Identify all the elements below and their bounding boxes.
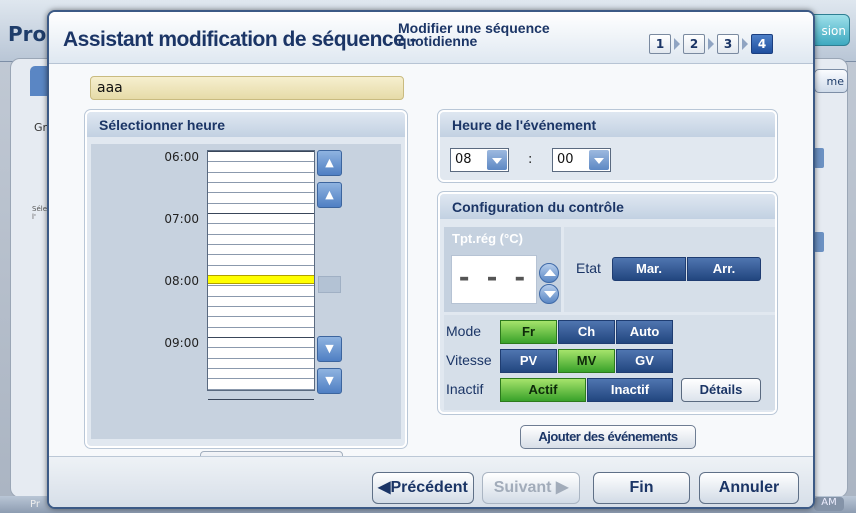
speed-high-button[interactable]: GV bbox=[616, 349, 673, 373]
scroll-up-button[interactable]: ▲ bbox=[317, 182, 342, 208]
slot-gridline bbox=[208, 203, 314, 204]
scroll-thumb[interactable] bbox=[318, 276, 341, 293]
inactive-label: Inactif bbox=[446, 381, 484, 397]
decrease-icon[interactable] bbox=[539, 284, 559, 304]
hour-select-value: 08 bbox=[455, 152, 472, 167]
increase-icon[interactable] bbox=[539, 263, 559, 283]
dialog-title: Assistant modification de séquence - bbox=[63, 28, 417, 51]
mode-auto-button[interactable]: Auto bbox=[616, 320, 673, 344]
dialog-footer: ◀Précédent Suivant ▶ Fin Annuler bbox=[49, 456, 813, 507]
schedule-wizard-dialog: Assistant modification de séquence - Mod… bbox=[47, 10, 815, 509]
mode-heat-button[interactable]: Ch bbox=[558, 320, 615, 344]
mode-box: Mode Fr Ch Auto Vitesse PV MV GV Inactif… bbox=[444, 315, 775, 410]
chevron-down-icon[interactable] bbox=[589, 150, 609, 170]
time-slot-grid[interactable] bbox=[207, 150, 315, 400]
step-3: 3 bbox=[717, 34, 739, 54]
step-indicator: 1 2 3 4 bbox=[649, 34, 773, 54]
state-box: Etat Mar. Arr. bbox=[564, 227, 775, 312]
hour-label: 07:00 bbox=[164, 212, 199, 226]
slot-gridline bbox=[208, 265, 314, 266]
app-title: Pro bbox=[8, 22, 47, 46]
step-arrow-icon bbox=[742, 38, 748, 50]
scroll-bottom-button[interactable]: ▼ bbox=[317, 368, 342, 394]
hour-label: 06:00 bbox=[164, 150, 199, 164]
control-config-panel: Configuration du contrôle Tpt.rég (°C) -… bbox=[438, 192, 777, 414]
speed-low-button[interactable]: PV bbox=[500, 349, 557, 373]
dialog-subtitle: Modifier une séquence quotidienne bbox=[398, 20, 550, 49]
time-schedule: 06:00 07:00 08:00 09:00 ▲ ▲ ▼ ▼ Supprime… bbox=[91, 144, 401, 473]
finish-button[interactable]: Fin bbox=[593, 472, 690, 504]
event-time-panel: Heure de l'événement 08 : 00 bbox=[438, 110, 777, 182]
background-label: Gr bbox=[34, 121, 48, 134]
step-2: 2 bbox=[683, 34, 705, 54]
slot-gridline bbox=[208, 182, 314, 183]
background-bottom-label: Pr bbox=[30, 499, 40, 510]
setpoint-label: Tpt.rég (°C) bbox=[452, 231, 523, 246]
sequence-name-field[interactable]: aaa bbox=[90, 76, 404, 100]
step-4: 4 bbox=[751, 34, 773, 54]
active-button[interactable]: Actif bbox=[500, 378, 586, 402]
step-1: 1 bbox=[649, 34, 671, 54]
slot-gridline bbox=[208, 234, 314, 235]
background-select-label: Séle l' bbox=[32, 205, 48, 221]
time-separator: : bbox=[528, 152, 533, 167]
hour-label: 08:00 bbox=[164, 274, 199, 288]
slot-gridline bbox=[208, 378, 314, 379]
slot-gridline bbox=[208, 347, 314, 348]
mode-cool-button[interactable]: Fr bbox=[500, 320, 557, 344]
slot-gridline bbox=[208, 285, 314, 286]
dialog-header: Assistant modification de séquence - Mod… bbox=[49, 12, 813, 64]
background-side-marker bbox=[814, 148, 824, 168]
step-arrow-icon bbox=[674, 38, 680, 50]
slot-gridline bbox=[208, 192, 314, 193]
minute-select[interactable]: 00 bbox=[552, 148, 611, 172]
select-time-panel: Sélectionner heure 06:00 07:00 08:00 09:… bbox=[85, 110, 407, 473]
slot-gridline bbox=[208, 316, 314, 317]
previous-button[interactable]: ◀Précédent bbox=[372, 472, 474, 504]
slot-gridline bbox=[208, 306, 314, 307]
hour-gridline bbox=[208, 213, 314, 214]
details-button[interactable]: Détails bbox=[681, 378, 761, 402]
slot-gridline bbox=[208, 368, 314, 369]
chevron-down-icon[interactable] bbox=[487, 150, 507, 170]
event-time-header: Heure de l'événement bbox=[440, 112, 775, 137]
hour-gridline bbox=[208, 151, 314, 152]
speed-medium-button[interactable]: MV bbox=[558, 349, 615, 373]
minute-select-value: 00 bbox=[557, 152, 574, 167]
hour-select[interactable]: 08 bbox=[450, 148, 509, 172]
select-time-header: Sélectionner heure bbox=[87, 112, 405, 137]
slot-gridline bbox=[208, 244, 314, 245]
slot-gridline bbox=[208, 296, 314, 297]
slot-gridline bbox=[208, 254, 314, 255]
slot-gridline bbox=[208, 358, 314, 359]
setpoint-value[interactable]: - - - bbox=[451, 255, 537, 304]
add-events-button[interactable]: Ajouter des événements bbox=[520, 425, 696, 449]
state-on-button[interactable]: Mar. bbox=[612, 257, 686, 281]
inactive-button[interactable]: Inactif bbox=[587, 378, 673, 402]
next-button[interactable]: Suivant ▶ bbox=[482, 472, 580, 504]
cancel-button[interactable]: Annuler bbox=[699, 472, 799, 504]
background-side-marker bbox=[814, 232, 824, 252]
setpoint-box: Tpt.rég (°C) - - - bbox=[444, 227, 561, 312]
slot-gridline bbox=[208, 389, 314, 390]
hour-gridline bbox=[208, 337, 314, 338]
background-clock: AM bbox=[814, 497, 844, 511]
state-off-button[interactable]: Arr. bbox=[687, 257, 761, 281]
slot-gridline bbox=[208, 223, 314, 224]
scroll-top-button[interactable]: ▲ bbox=[317, 150, 342, 176]
mode-label: Mode bbox=[446, 323, 482, 339]
control-config-header: Configuration du contrôle bbox=[440, 194, 775, 219]
slot-gridline bbox=[208, 172, 314, 173]
step-arrow-icon bbox=[708, 38, 714, 50]
state-label: Etat bbox=[576, 260, 601, 276]
background-name-button[interactable]: me bbox=[814, 69, 848, 93]
speed-label: Vitesse bbox=[446, 352, 492, 368]
slot-gridline bbox=[208, 161, 314, 162]
scroll-down-button[interactable]: ▼ bbox=[317, 336, 342, 362]
slot-gridline bbox=[208, 327, 314, 328]
hour-gridline bbox=[208, 399, 314, 400]
selected-time-slot[interactable] bbox=[208, 275, 314, 284]
hour-label: 09:00 bbox=[164, 336, 199, 350]
